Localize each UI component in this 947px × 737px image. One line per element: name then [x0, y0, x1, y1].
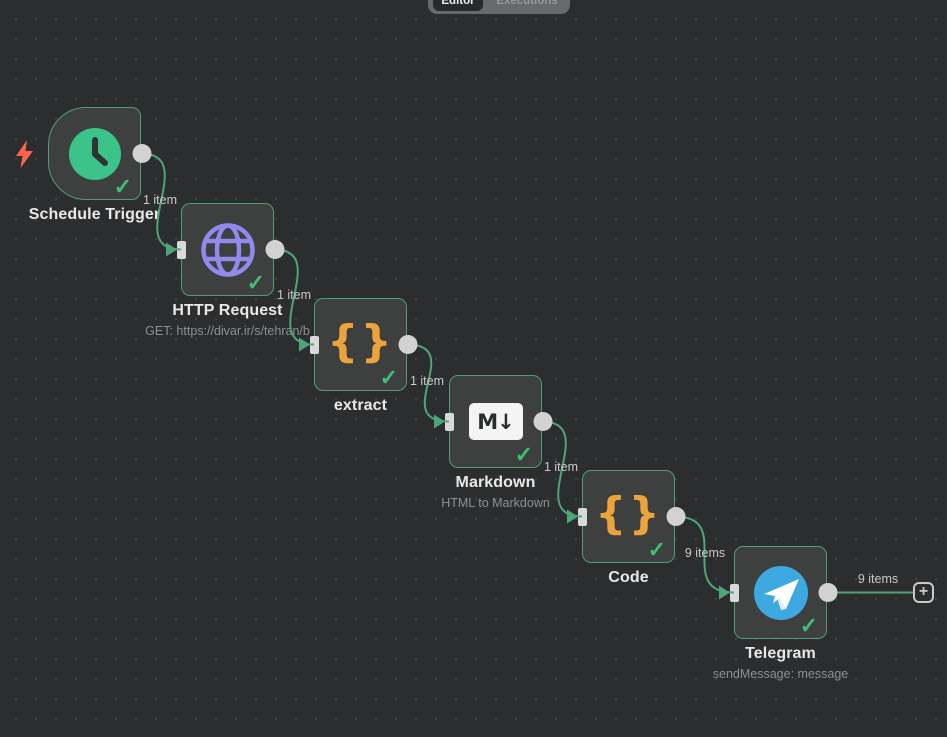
- tab-executions[interactable]: Executions: [488, 0, 566, 11]
- editor-executions-tabbar: Editor Executions: [428, 0, 570, 14]
- wire-count-label: 9 items: [858, 572, 898, 586]
- add-node-button[interactable]: +: [913, 582, 934, 603]
- input-port[interactable]: [310, 336, 319, 354]
- node-title: Telegram: [611, 645, 947, 663]
- node-extract[interactable]: {} ✓ extract: [314, 298, 407, 391]
- node-code[interactable]: {} ✓ Code: [582, 470, 675, 563]
- node-body[interactable]: ✓: [734, 546, 827, 639]
- node-body[interactable]: ✓: [181, 203, 274, 296]
- tab-editor[interactable]: Editor: [433, 0, 483, 11]
- wire-arrowhead: [434, 415, 445, 429]
- success-check-icon: ✓: [247, 272, 265, 294]
- telegram-icon: [754, 566, 808, 620]
- node-telegram[interactable]: ✓ Telegram sendMessage: message: [734, 546, 827, 639]
- wire-count-label: 1 item: [410, 374, 444, 388]
- wire-count-label: 1 item: [544, 460, 578, 474]
- node-body[interactable]: ✓: [48, 107, 141, 200]
- node-schedule-trigger[interactable]: ✓ Schedule Trigger: [48, 107, 141, 200]
- node-markdown[interactable]: M↓ ✓ Markdown HTML to Markdown: [449, 375, 542, 468]
- wire-count-label: 9 items: [685, 546, 725, 560]
- wire-count-label: 1 item: [143, 193, 177, 207]
- node-http-request[interactable]: ✓ HTTP Request GET: https://divar.ir/s/t…: [181, 203, 274, 296]
- input-port[interactable]: [445, 413, 454, 431]
- wire-arrowhead: [567, 510, 578, 524]
- node-body[interactable]: M↓ ✓: [449, 375, 542, 468]
- input-port[interactable]: [177, 241, 186, 259]
- node-body[interactable]: {} ✓: [314, 298, 407, 391]
- node-body[interactable]: {} ✓: [582, 470, 675, 563]
- wire-arrowhead: [719, 586, 730, 600]
- lightning-bolt-icon: [16, 140, 33, 168]
- node-subtitle: sendMessage: message: [611, 667, 947, 681]
- success-check-icon: ✓: [515, 444, 533, 466]
- input-port[interactable]: [578, 508, 587, 526]
- wire-arrowhead: [166, 243, 177, 257]
- wire-arrowhead: [299, 338, 310, 352]
- success-check-icon: ✓: [114, 176, 132, 198]
- success-check-icon: ✓: [800, 615, 818, 637]
- input-port[interactable]: [730, 584, 739, 602]
- success-check-icon: ✓: [648, 539, 666, 561]
- markdown-icon: M↓: [469, 403, 523, 440]
- braces-icon: {}: [327, 320, 394, 370]
- braces-icon: {}: [595, 492, 662, 542]
- clock-icon: [68, 127, 122, 181]
- wire-count-label: 1 item: [277, 288, 311, 302]
- success-check-icon: ✓: [380, 367, 398, 389]
